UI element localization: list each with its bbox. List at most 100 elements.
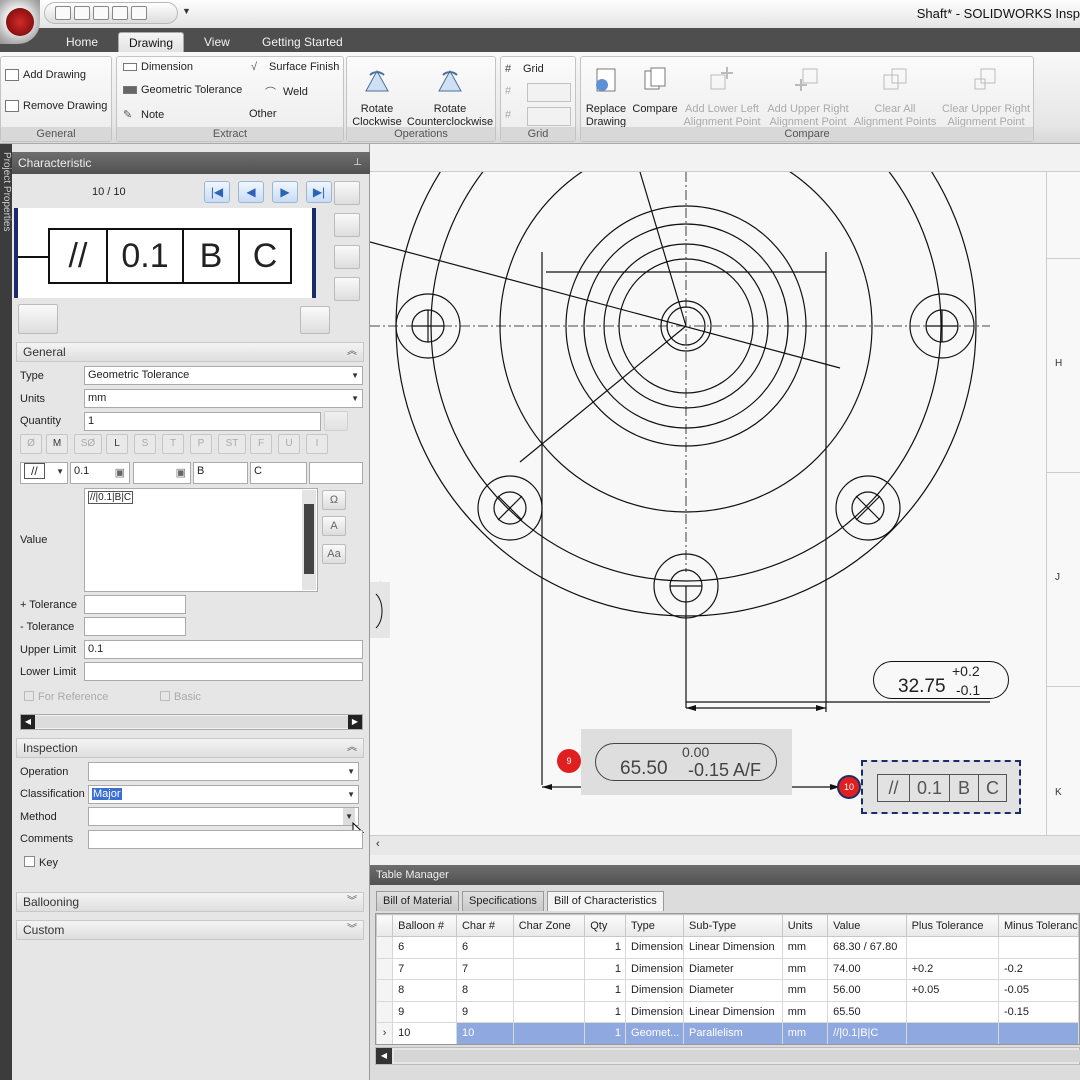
table-cell[interactable] (512, 957, 586, 980)
table-cell[interactable]: Linear Dimension (683, 936, 783, 959)
minus-tolerance-input[interactable] (84, 617, 186, 636)
dimension-button[interactable]: Dimension (123, 61, 193, 73)
camera-icon[interactable]: ▣ (176, 465, 186, 482)
table-cell[interactable]: -0.2 (997, 957, 1079, 980)
column-header[interactable]: Char Zone (512, 914, 586, 937)
table-cell[interactable]: 1 (584, 1022, 627, 1044)
quantity-link-icon[interactable] (324, 411, 348, 431)
table-cell[interactable]: mm (781, 957, 829, 980)
mmc-modifier-button[interactable]: M (46, 434, 68, 454)
table-cell[interactable]: 68.30 / 67.80 (827, 936, 907, 959)
basic-checkbox[interactable]: Basic (160, 691, 201, 703)
save-as-icon[interactable] (112, 6, 128, 20)
column-header[interactable]: Balloon # (392, 914, 457, 937)
tangent-plane-modifier-button[interactable]: T (162, 434, 184, 454)
grid-cols-input[interactable] (527, 107, 571, 126)
for-reference-checkbox[interactable]: For Reference (24, 691, 108, 703)
table-cell[interactable] (512, 1022, 586, 1044)
text-case-icon[interactable]: Aa (322, 544, 346, 564)
custom-section-header[interactable]: Custom ︾ (16, 920, 364, 940)
first-record-button[interactable]: |◀ (204, 181, 230, 203)
plus-tolerance-input[interactable] (84, 595, 186, 614)
capture-image-icon[interactable] (18, 304, 58, 334)
pan-view-icon[interactable] (334, 213, 360, 237)
column-header[interactable]: Units (781, 914, 829, 937)
unequal-modifier-button[interactable]: U (278, 434, 300, 454)
grid-rows-input[interactable] (527, 83, 571, 102)
tolerance2-input[interactable]: ▣ (133, 462, 191, 484)
inspection-section-header[interactable]: Inspection ︽ (16, 738, 364, 758)
method-select[interactable]: ▼ (88, 807, 359, 826)
projected-zone-modifier-button[interactable]: P (190, 434, 212, 454)
drawing-hscrollbar[interactable]: ‹ (370, 835, 1080, 855)
gtol-symbol-select[interactable]: // ▼ (20, 462, 68, 484)
zoom-in-icon[interactable] (334, 245, 360, 269)
classification-select[interactable]: Major ▼ (88, 785, 359, 804)
value-scroll-thumb[interactable] (304, 504, 314, 574)
save-icon[interactable] (93, 6, 109, 20)
zoom-out-icon[interactable] (334, 277, 360, 301)
free-state-modifier-button[interactable]: F (250, 434, 272, 454)
geometric-tolerance-button[interactable]: Geometric Tolerance (123, 84, 242, 96)
tab-specifications[interactable]: Specifications (462, 891, 544, 911)
table-cell[interactable]: 65.50 (827, 1000, 907, 1023)
table-cell[interactable]: mm (781, 936, 829, 959)
table-cell[interactable]: 8 (392, 979, 457, 1002)
compare-button[interactable]: Compare (631, 65, 679, 116)
independency-modifier-button[interactable]: I (306, 434, 328, 454)
table-cell[interactable]: Linear Dimension (683, 1000, 783, 1023)
table-cell[interactable] (905, 936, 999, 959)
datum2-input[interactable]: C (250, 462, 307, 484)
tab-drawing[interactable]: Drawing (118, 32, 185, 52)
balloon-10[interactable]: 10 (837, 775, 861, 799)
table-cell[interactable]: 1 (584, 936, 627, 959)
tab-bill-of-characteristics[interactable]: Bill of Characteristics (547, 891, 664, 911)
balloon-9[interactable]: 9 (557, 749, 581, 773)
dimension-32-75[interactable]: +0.2 32.75 -0.1 (873, 661, 1009, 699)
camera-icon[interactable]: ▣ (115, 465, 125, 482)
font-icon[interactable]: A (322, 516, 346, 536)
table-cell[interactable]: +0.2 (905, 957, 999, 980)
omega-symbol-icon[interactable]: Ω (322, 490, 346, 510)
datum1-input[interactable]: B (193, 462, 248, 484)
general-section-header[interactable]: General ︽ (16, 342, 364, 362)
table-cell[interactable]: 6 (392, 936, 457, 959)
value-scrollbar[interactable] (302, 490, 316, 590)
rotate-clockwise-button[interactable]: Rotate Clockwise (351, 65, 403, 129)
table-cell[interactable]: 6 (455, 936, 514, 959)
new-file-icon[interactable] (55, 6, 71, 20)
column-header[interactable]: Qty (584, 914, 627, 937)
camera-icon[interactable] (300, 306, 330, 334)
table-cell[interactable]: 9 (455, 1000, 514, 1023)
scroll-right-icon[interactable]: ▶ (348, 715, 362, 729)
table-row[interactable]: 6 6 1 Dimension Linear Dimension mm 68.3… (376, 936, 1079, 959)
table-cell[interactable]: Diameter (683, 979, 783, 1002)
tab-getting-started[interactable]: Getting Started (252, 32, 353, 52)
table-cell[interactable]: 1 (584, 1000, 627, 1023)
add-upper-right-alignment-button[interactable]: Add Upper Right Alignment Point (765, 65, 851, 129)
table-cell[interactable]: Dimension (625, 1000, 684, 1023)
statistical-modifier-button[interactable]: ST (218, 434, 246, 454)
add-lower-left-alignment-button[interactable]: Add Lower Left Alignment Point (681, 65, 763, 129)
comments-input[interactable] (88, 830, 363, 849)
replace-drawing-button[interactable]: Replace Drawing (583, 65, 629, 129)
table-row-selected[interactable]: › 10 10 1 Geomet... Parallelism mm //|0.… (376, 1022, 1079, 1044)
table-cell[interactable]: Dimension (625, 957, 684, 980)
table-cell[interactable] (905, 1000, 999, 1023)
customize-toolbar-chevron-icon[interactable]: ▼ (182, 6, 191, 16)
table-cell[interactable]: 7 (392, 957, 457, 980)
column-header[interactable]: Minus Toleranc (997, 914, 1079, 937)
pin-icon[interactable]: ⊥ (353, 152, 362, 174)
table-cell[interactable]: Dimension (625, 979, 684, 1002)
grid-scroll-thumb[interactable] (394, 1050, 1080, 1062)
grid-button[interactable]: # Grid (505, 63, 544, 75)
table-cell[interactable] (997, 1022, 1079, 1044)
general-hscrollbar[interactable]: ◀ ▶ (20, 714, 363, 730)
column-header[interactable]: Char # (455, 914, 514, 937)
table-cell[interactable]: //|0.1|B|C (827, 1022, 907, 1044)
table-cell[interactable]: -0.05 (997, 979, 1079, 1002)
table-cell[interactable]: mm (781, 1000, 829, 1023)
diameter-modifier-button[interactable]: Ø (20, 434, 42, 454)
table-row[interactable]: 7 7 1 Dimension Diameter mm 74.00 +0.2 -… (376, 957, 1079, 980)
tab-bill-of-material[interactable]: Bill of Material (376, 891, 460, 911)
